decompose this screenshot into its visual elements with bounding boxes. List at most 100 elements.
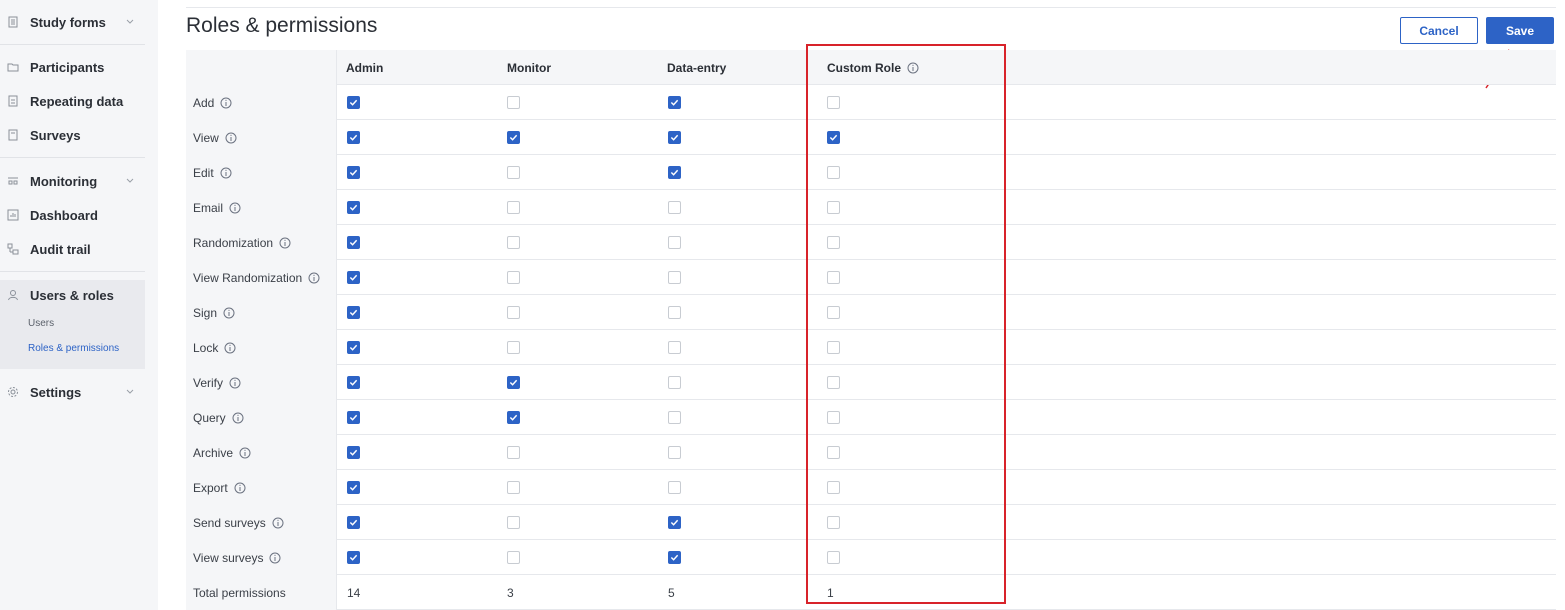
permission-checkbox[interactable]	[347, 306, 360, 319]
permission-checkbox[interactable]	[347, 96, 360, 109]
permission-checkbox[interactable]	[668, 551, 681, 564]
permission-checkbox[interactable]	[827, 201, 840, 214]
nav-dashboard[interactable]: Dashboard	[0, 200, 145, 230]
permission-checkbox[interactable]	[347, 166, 360, 179]
permission-checkbox[interactable]	[507, 481, 520, 494]
permission-checkbox[interactable]	[507, 236, 520, 249]
permission-checkbox[interactable]	[347, 551, 360, 564]
permission-label: Verify	[193, 375, 224, 390]
permission-checkbox[interactable]	[668, 341, 681, 354]
permission-checkbox[interactable]	[347, 446, 360, 459]
permission-checkbox[interactable]	[668, 446, 681, 459]
nav-users[interactable]: Users	[28, 318, 54, 329]
permission-checkbox[interactable]	[507, 271, 520, 284]
info-icon[interactable]	[272, 517, 284, 529]
permission-checkbox[interactable]	[668, 271, 681, 284]
info-icon[interactable]	[232, 412, 244, 424]
nav-monitoring[interactable]: Monitoring	[0, 166, 145, 196]
nav-roles-permissions[interactable]: Roles & permissions	[28, 343, 119, 354]
info-icon[interactable]	[239, 447, 251, 459]
chevron-down-icon[interactable]	[124, 16, 136, 28]
cancel-button[interactable]: Cancel	[1400, 17, 1478, 44]
permission-checkbox[interactable]	[827, 271, 840, 284]
permission-checkbox[interactable]	[668, 236, 681, 249]
nav-users-roles[interactable]: Users & roles	[0, 280, 145, 310]
info-icon[interactable]	[308, 272, 320, 284]
permission-checkbox[interactable]	[668, 376, 681, 389]
permission-checkbox[interactable]	[827, 551, 840, 564]
totals-row: Total permissions 14 3 5 1	[186, 575, 1556, 610]
nav-study-forms[interactable]: Study forms	[0, 7, 145, 37]
permission-checkbox[interactable]	[347, 481, 360, 494]
info-icon[interactable]	[229, 202, 241, 214]
permission-checkbox[interactable]	[827, 131, 840, 144]
info-icon[interactable]	[224, 342, 236, 354]
permission-checkbox[interactable]	[827, 96, 840, 109]
info-icon[interactable]	[269, 552, 281, 564]
permission-checkbox[interactable]	[347, 341, 360, 354]
permission-checkbox[interactable]	[507, 446, 520, 459]
permission-checkbox[interactable]	[347, 131, 360, 144]
permission-label: Archive	[193, 445, 234, 460]
permission-checkbox[interactable]	[827, 341, 840, 354]
permission-checkbox[interactable]	[827, 446, 840, 459]
permission-label: Email	[193, 200, 224, 215]
nav-repeating-data[interactable]: Repeating data	[0, 86, 145, 116]
column-header: Admin	[346, 50, 383, 85]
permission-checkbox[interactable]	[347, 376, 360, 389]
permission-checkbox[interactable]	[507, 306, 520, 319]
permission-checkbox[interactable]	[347, 516, 360, 529]
nav-participants[interactable]: Participants	[0, 52, 145, 82]
permission-checkbox[interactable]	[347, 236, 360, 249]
info-icon[interactable]	[225, 132, 237, 144]
nav-surveys[interactable]: Surveys	[0, 120, 145, 150]
permission-checkbox[interactable]	[827, 516, 840, 529]
table-corner-cell	[186, 50, 337, 85]
permission-checkbox[interactable]	[507, 131, 520, 144]
save-button[interactable]: Save	[1486, 17, 1554, 44]
permission-checkbox[interactable]	[668, 516, 681, 529]
permission-checkbox[interactable]	[668, 201, 681, 214]
permission-label-cell: Export	[186, 470, 337, 505]
info-icon[interactable]	[234, 482, 246, 494]
permission-checkbox[interactable]	[827, 481, 840, 494]
permission-checkbox[interactable]	[347, 411, 360, 424]
permission-checkbox[interactable]	[668, 306, 681, 319]
permission-checkbox[interactable]	[507, 96, 520, 109]
permission-checkbox[interactable]	[347, 271, 360, 284]
permission-checkbox[interactable]	[507, 341, 520, 354]
permission-checkbox[interactable]	[827, 411, 840, 424]
permission-checkbox[interactable]	[827, 166, 840, 179]
permission-checkbox[interactable]	[507, 551, 520, 564]
permission-checkbox[interactable]	[507, 516, 520, 529]
nav-audit-trail[interactable]: Audit trail	[0, 234, 145, 264]
permission-checkbox[interactable]	[668, 166, 681, 179]
permission-checkbox[interactable]	[827, 376, 840, 389]
info-icon[interactable]	[223, 307, 235, 319]
permission-checkbox[interactable]	[507, 411, 520, 424]
permission-checkbox[interactable]	[507, 166, 520, 179]
nav-study-forms-label: Study forms	[30, 14, 106, 30]
sidebar: Study forms Participants Repeating data …	[0, 0, 158, 610]
permission-checkbox[interactable]	[668, 131, 681, 144]
chevron-down-icon[interactable]	[124, 386, 136, 398]
info-icon[interactable]	[279, 237, 291, 249]
column-header-label: Custom Role	[827, 60, 902, 75]
info-icon[interactable]	[220, 97, 232, 109]
column-header-label: Admin	[346, 60, 384, 75]
chevron-down-icon[interactable]	[124, 175, 136, 187]
info-icon[interactable]	[220, 167, 232, 179]
permission-checkbox[interactable]	[668, 411, 681, 424]
nav-settings[interactable]: Settings	[0, 377, 145, 407]
info-icon[interactable]	[907, 62, 919, 74]
permission-checkbox[interactable]	[668, 96, 681, 109]
permission-checkbox[interactable]	[827, 306, 840, 319]
permission-checkbox[interactable]	[507, 201, 520, 214]
info-icon[interactable]	[229, 377, 241, 389]
permission-checkbox[interactable]	[668, 481, 681, 494]
permission-checkbox[interactable]	[507, 376, 520, 389]
permission-checkbox[interactable]	[347, 201, 360, 214]
dashboard-icon	[6, 208, 20, 222]
permission-checkbox[interactable]	[827, 236, 840, 249]
survey-icon	[6, 128, 20, 142]
